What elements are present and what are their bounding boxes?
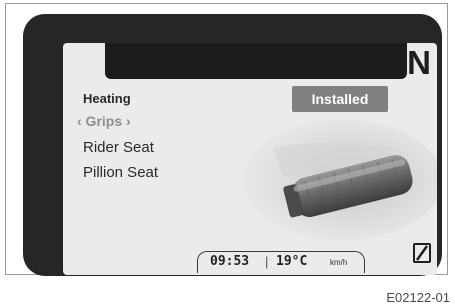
top-black-bar [105, 43, 407, 79]
status-bar: 09:53 | 19°C km/h [197, 251, 365, 273]
menu-item-rider-seat[interactable]: Rider Seat [83, 139, 154, 156]
display-screen: N Heating ‹ Grips › Rider Seat Pillion S… [63, 43, 437, 275]
status-badge: Installed [292, 86, 388, 112]
figure-frame: N Heating ‹ Grips › Rider Seat Pillion S… [5, 3, 448, 276]
menu-title: Heating [83, 91, 131, 106]
gear-indicator: N [407, 44, 431, 81]
status-divider: | [265, 254, 269, 269]
dashboard-display: N Heating ‹ Grips › Rider Seat Pillion S… [23, 14, 442, 276]
menu-item-grips[interactable]: ‹ Grips › [77, 113, 131, 129]
clock-time: 09:53 [210, 254, 250, 269]
menu-item-pillion-seat[interactable]: Pillion Seat [83, 164, 158, 181]
ride-mode-icon [413, 243, 431, 263]
ambient-temperature: 19°C [276, 254, 308, 269]
handlebar-grip-image [243, 120, 437, 240]
figure-code: E02122-01 [386, 290, 450, 305]
speed-unit: km/h [330, 258, 348, 267]
